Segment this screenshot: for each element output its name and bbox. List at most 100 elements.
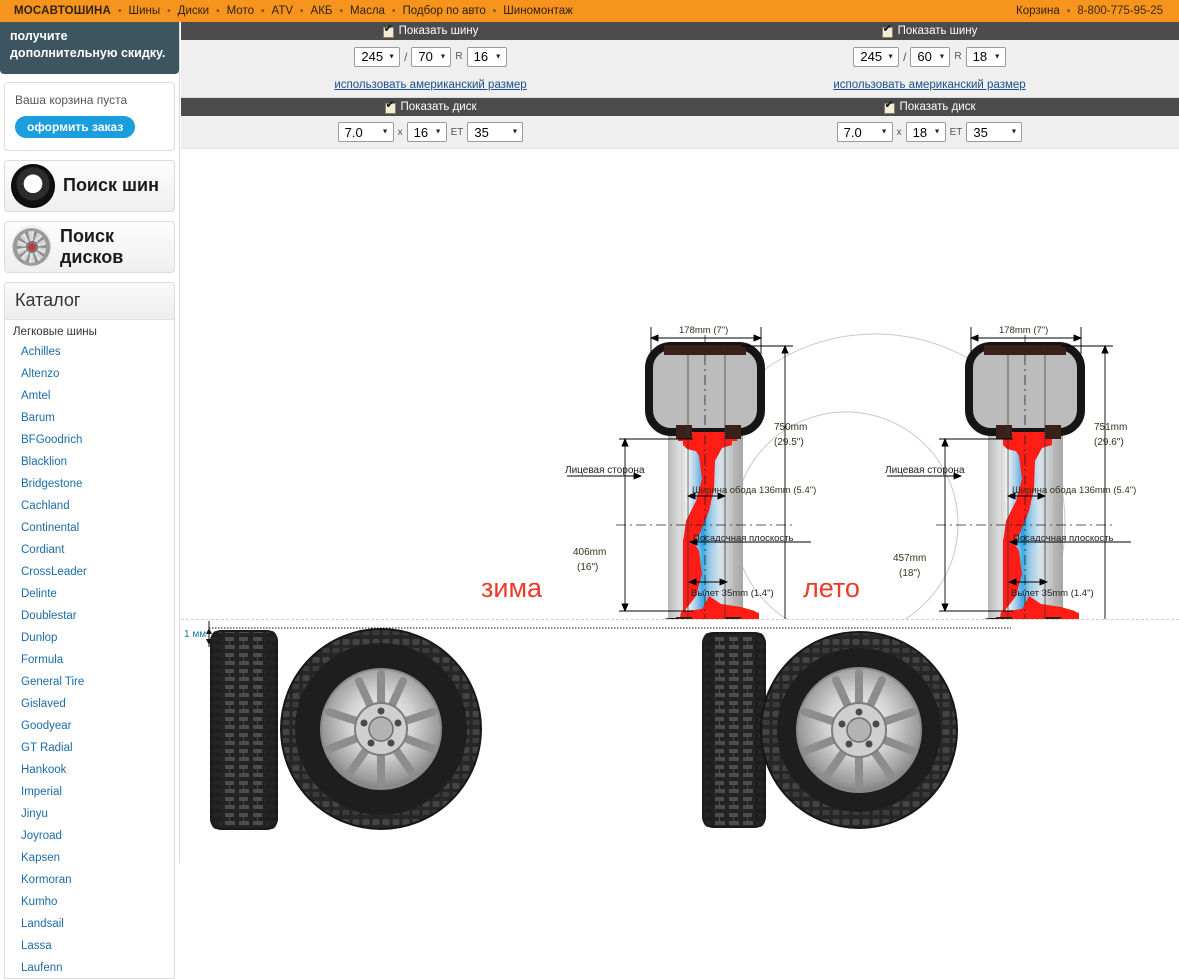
right-show-tire-checkbox[interactable] [881,24,893,38]
right-rim-diameter-select[interactable]: 18 [905,122,946,142]
list-item: Cordiant [21,538,174,560]
right-show-rim-checkbox[interactable] [883,100,895,114]
brand-link-kormoran[interactable]: Kormoran [21,874,72,886]
height-difference-label: 1 мм [184,629,206,640]
sidebar: получите дополнительную скидку. Ваша кор… [0,22,180,979]
brand-link-landsail[interactable]: Landsail [21,918,64,930]
brand-link-lassa[interactable]: Lassa [21,940,52,952]
brand-link-continental[interactable]: Continental [21,522,79,534]
search-rims-label: Поиск дисков [60,225,124,267]
checkout-button[interactable]: оформить заказ [15,115,136,138]
brand-link-bfgoodrich[interactable]: BFGoodrich [21,434,82,446]
nav-item-rims[interactable]: Диски [178,5,209,17]
brand-link-general-tire[interactable]: General Tire [21,676,84,688]
brand-link-dunlop[interactable]: Dunlop [21,632,57,644]
nav-item-oils[interactable]: Масла [350,5,385,17]
main-content: Показать шину 245 / 70 R 16 использовать… [181,22,1179,863]
right-rim-width-text: Ширина обода 136mm (5.4") [1012,485,1136,496]
topnav-left-group: МОСАВТОШИНА • Шины • Диски • Мото • ATV … [0,5,573,17]
nav-separator: • [216,5,220,17]
left-overall-diameter-inches: (29.5") [774,437,804,448]
left-overall-diameter-text: 750mm [774,422,807,433]
brand-link-doublestar[interactable]: Doublestar [21,610,77,622]
brand-link-cachland[interactable]: Cachland [21,500,70,512]
right-et-select[interactable]: 35 [966,122,1023,142]
left-rim-width-select[interactable]: 7.0 [337,122,394,142]
nav-item-moto[interactable]: Мото [227,5,254,17]
nav-separator: • [391,5,396,17]
brand-link-goodyear[interactable]: Goodyear [21,720,72,732]
nav-separator: • [260,5,265,17]
brand-link-hankook[interactable]: Hankook [21,764,66,776]
left-show-rim-checkbox[interactable] [384,100,396,114]
brand-link-delinte[interactable]: Delinte [21,588,57,600]
left-show-tire-checkbox[interactable] [382,24,394,38]
list-item: Barum [21,406,174,428]
cart-link[interactable]: Корзина [1016,5,1060,17]
catalog-title: Каталог [5,282,174,320]
right-r-prefix: R [954,51,962,62]
cart-widget: Ваша корзина пуста оформить заказ [4,81,175,151]
site-logo-link[interactable]: МОСАВТОШИНА [14,5,111,17]
right-show-tire-toggle[interactable]: Показать шину [680,22,1179,40]
nav-item-tires[interactable]: Шины [129,5,161,17]
list-item: Imperial [21,780,174,802]
left-rim-size-controls: 7.0 x 16 ET 35 [181,116,680,149]
brand-link-formula[interactable]: Formula [21,654,63,666]
brand-link-altenzo[interactable]: Altenzo [21,368,59,380]
right-overall-diameter-text: 751mm [1094,422,1127,433]
brand-link-jinyu[interactable]: Jinyu [21,808,48,820]
left-tire-profile-select[interactable]: 70 [411,46,452,67]
left-et-prefix: ET [450,126,464,138]
brand-link-bridgestone[interactable]: Bridgestone [21,478,82,490]
nav-item-tire-service[interactable]: Шиномонтаж [503,5,573,17]
left-rim-diameter-select[interactable]: 16 [406,122,447,142]
right-face-side-text: Лицевая сторона [885,465,965,476]
left-rim-x: x [397,126,403,138]
search-tires-button[interactable]: Поиск шин [4,159,175,212]
right-tire-panel: Показать шину 245 / 60 R 18 использовать… [680,22,1179,98]
nav-item-batteries[interactable]: АКБ [311,5,333,17]
search-tires-label: Поиск шин [63,175,159,196]
brand-link-barum[interactable]: Barum [21,412,55,424]
brand-link-kumho[interactable]: Kumho [21,896,57,908]
left-tire-width-select[interactable]: 245 [354,46,401,67]
brand-link-laufenn[interactable]: Laufenn [21,962,63,974]
nav-item-by-car[interactable]: Подбор по авто [402,5,485,17]
right-show-tire-label: Показать шину [897,25,978,37]
brand-link-gt-radial[interactable]: GT Radial [21,742,73,754]
brand-link-gislaved[interactable]: Gislaved [21,698,66,710]
right-rim-width-select[interactable]: 7.0 [836,122,893,142]
catalog-panel: Каталог Легковые шины Achilles Altenzo Amt… [4,281,175,979]
brand-link-blacklion[interactable]: Blacklion [21,456,67,468]
left-tire-diameter-select[interactable]: 16 [466,46,507,67]
nav-item-atv[interactable]: ATV [272,5,294,17]
winter-wheel-side-view [280,628,482,830]
left-et-select[interactable]: 35 [467,122,524,142]
brand-link-crossleader[interactable]: CrossLeader [21,566,87,578]
nav-separator: • [492,5,497,17]
rim-icon [11,224,52,269]
brand-link-achilles[interactable]: Achilles [21,346,61,358]
brand-list: Achilles Altenzo Amtel Barum BFGoodrich Black… [5,340,174,978]
right-tire-width-select[interactable]: 245 [853,46,900,67]
list-item: Delinte [21,582,174,604]
catalog-group-passenger-tires: Легковые шины [13,325,97,338]
brand-link-kapsen[interactable]: Kapsen [21,852,60,864]
brand-link-cordiant[interactable]: Cordiant [21,544,64,556]
left-american-size-link[interactable]: использовать американский размер [334,79,526,91]
left-show-rim-toggle[interactable]: Показать диск [181,98,680,116]
right-show-rim-label: Показать диск [899,101,976,113]
right-tire-profile-select[interactable]: 60 [910,46,951,67]
brand-link-imperial[interactable]: Imperial [21,786,62,798]
right-show-rim-toggle[interactable]: Показать диск [680,98,1179,116]
brand-link-amtel[interactable]: Amtel [21,390,50,402]
right-tire-diameter-select[interactable]: 18 [965,46,1006,67]
right-american-size-link[interactable]: использовать американский размер [833,79,1025,91]
phone-number: 8-800-775-95-25 [1077,5,1163,17]
search-rims-button[interactable]: Поиск дисков [4,220,175,273]
left-show-tire-toggle[interactable]: Показать шину [181,22,680,40]
brand-link-joyroad[interactable]: Joyroad [21,830,62,842]
list-item: BFGoodrich [21,428,174,450]
list-item: General Tire [21,670,174,692]
